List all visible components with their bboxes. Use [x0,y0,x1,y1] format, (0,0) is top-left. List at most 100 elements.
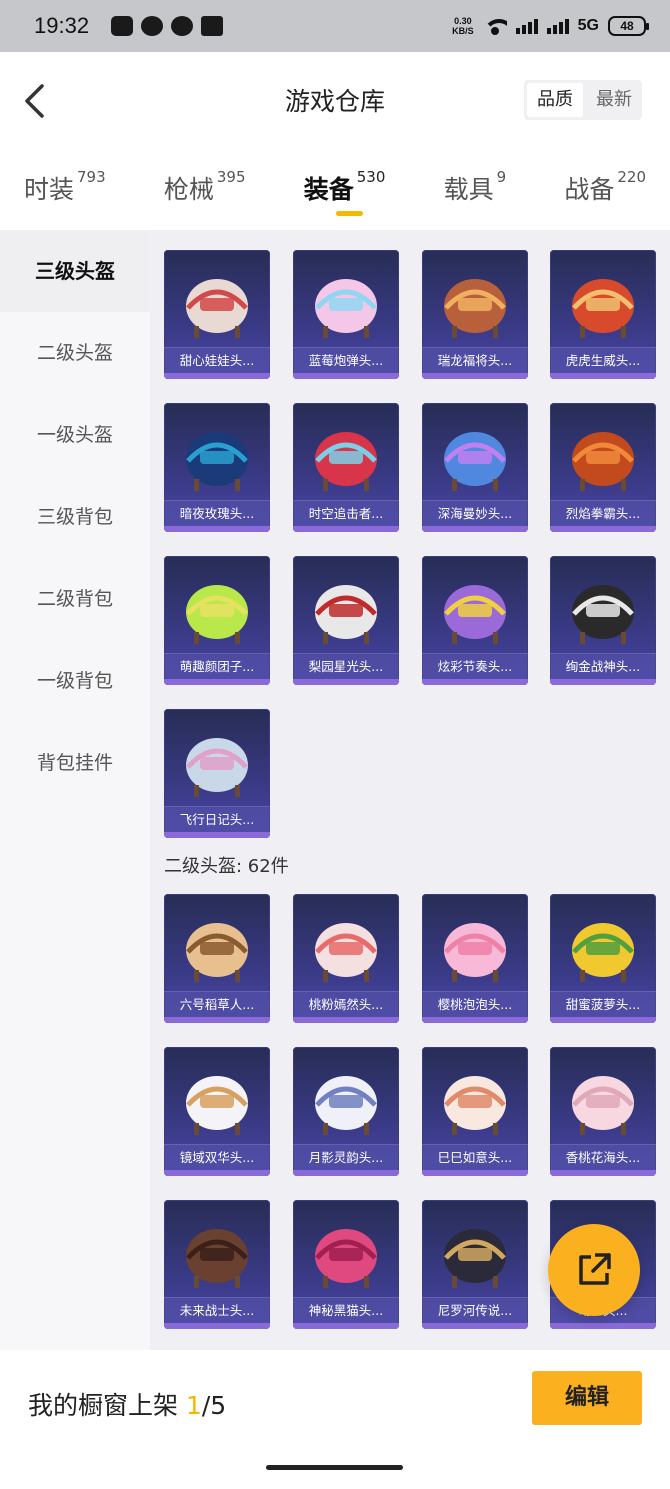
rarity-bar [550,679,656,685]
helmet-image [444,432,506,491]
item-card[interactable]: 暗夜玫瑰头... [164,403,270,532]
sort-newest-button[interactable]: 最新 [586,80,642,120]
share-icon [579,1253,611,1285]
tab-count: 395 [216,168,246,186]
item-card[interactable]: 桃粉嫣然头... [293,894,399,1023]
item-card[interactable]: 烈焰拳霸头... [550,403,656,532]
item-card[interactable]: 虎虎生威头... [550,250,656,379]
item-card[interactable]: 萌趣颜团子... [164,556,270,685]
item-card[interactable]: 香桃花海头... [550,1047,656,1176]
item-name: 巳巳如意头... [422,1144,528,1170]
tab-equipment[interactable]: 装备 530 [304,150,385,228]
chat-icon [141,16,164,36]
item-name: 未来战士头... [164,1297,270,1323]
rarity-bar [422,1170,528,1176]
showcase-current: 1 [185,1391,202,1420]
rarity-bar [422,373,528,379]
rarity-bar [164,373,270,379]
tab-vehicles[interactable]: 载具 9 [444,150,507,228]
helmet-image [315,1229,377,1288]
sort-quality-button[interactable]: 品质 [527,83,583,117]
subcategory-sidebar: 三级头盔 二级头盔 一级头盔 三级背包 二级背包 一级背包 背包挂件 [0,230,150,1350]
helmet-image [186,432,248,491]
item-card[interactable]: 炫彩节奏头... [422,556,528,685]
item-name: 六号稻草人... [164,991,270,1017]
notification-icons [111,16,224,36]
home-indicator[interactable] [266,1465,403,1470]
helmet-image [444,923,506,982]
edit-button[interactable]: 编辑 [532,1371,642,1425]
helmet-image [444,1076,506,1135]
helmet-image [315,585,377,644]
category-tabs: 时装 793 枪械 395 装备 530 载具 9 战备 220 [0,150,670,228]
rarity-bar [293,373,399,379]
helmet-image [572,923,634,982]
item-card[interactable]: 梨园星光头... [293,556,399,685]
tab-fashion[interactable]: 时装 793 [24,150,106,228]
item-name: 炫彩节奏头... [422,653,528,679]
helmet-image [315,1076,377,1135]
status-bar: 19:32 0.30 KB/S 5G 48 [0,0,670,52]
item-card[interactable]: 深海曼妙头... [422,403,528,532]
signal-icon [515,18,538,34]
sort-toggle[interactable]: 品质 最新 [524,80,642,120]
tab-count: 220 [617,168,646,186]
item-card[interactable]: 甜心娃娃头... [164,250,270,379]
item-card[interactable]: 未来战士头... [164,1200,270,1329]
share-button[interactable] [548,1224,640,1316]
helmet-image [444,279,506,338]
sidebar-item-level1-backpack[interactable]: 一级背包 [0,640,150,722]
helmet-image [572,432,634,491]
q-icon [171,16,194,36]
item-card[interactable]: 六号稻草人... [164,894,270,1023]
helmet-image [315,279,377,338]
net-speed: 0.30 KB/S [452,16,474,36]
rarity-bar [293,1170,399,1176]
section-label-level2: 二级头盔: 62件 [164,856,289,877]
item-card[interactable]: 神秘黑猫头... [293,1200,399,1329]
tab-battle-gear[interactable]: 战备 220 [564,150,646,228]
item-card[interactable]: 时空追击者... [293,403,399,532]
rarity-bar [164,1323,270,1329]
sidebar-item-level3-helmet[interactable]: 三级头盔 [0,230,150,312]
battery-icon: 48 [608,16,649,36]
signal-icon-2 [546,18,569,34]
helmet-image [444,1229,506,1288]
helmet-image [572,279,634,338]
sidebar-item-level1-helmet[interactable]: 一级头盔 [0,394,150,476]
message-icon [111,16,134,36]
item-name: 深海曼妙头... [422,500,528,526]
helmet-image [444,585,506,644]
item-card[interactable]: 尼罗河传说... [422,1200,528,1329]
item-card[interactable]: 甜蜜菠萝头... [550,894,656,1023]
item-card[interactable]: 蓝莓炮弹头... [293,250,399,379]
header: 游戏仓库 品质 最新 [0,52,670,148]
item-name: 神秘黑猫头... [293,1297,399,1323]
rarity-bar [422,679,528,685]
helmet-image [186,923,248,982]
item-name: 尼罗河传说... [422,1297,528,1323]
sidebar-item-level2-helmet[interactable]: 二级头盔 [0,312,150,394]
item-card[interactable]: 巳巳如意头... [422,1047,528,1176]
item-name: 樱桃泡泡头... [422,991,528,1017]
active-tab-indicator [335,211,363,216]
item-card[interactable]: 镜域双华头... [164,1047,270,1176]
item-card[interactable]: 瑞龙福将头... [422,250,528,379]
item-card[interactable]: 樱桃泡泡头... [422,894,528,1023]
rarity-bar [422,526,528,532]
item-card[interactable]: 绚金战神头... [550,556,656,685]
item-name: 甜心娃娃头... [164,347,270,373]
item-card[interactable]: 月影灵韵头... [293,1047,399,1176]
item-name: 虎虎生威头... [550,347,656,373]
tab-guns[interactable]: 枪械 395 [164,150,246,228]
item-card[interactable]: 飞行日记头... [164,709,270,838]
item-name: 月影灵韵头... [293,1144,399,1170]
item-name: 镜域双华头... [164,1144,270,1170]
showcase-total: /5 [201,1391,227,1420]
sidebar-item-level2-backpack[interactable]: 二级背包 [0,558,150,640]
sidebar-item-backpack-charm[interactable]: 背包挂件 [0,722,150,804]
network-type: 5G [577,17,599,34]
item-name: 时空追击者... [293,500,399,526]
sidebar-item-level3-backpack[interactable]: 三级背包 [0,476,150,558]
rarity-bar [293,679,399,685]
